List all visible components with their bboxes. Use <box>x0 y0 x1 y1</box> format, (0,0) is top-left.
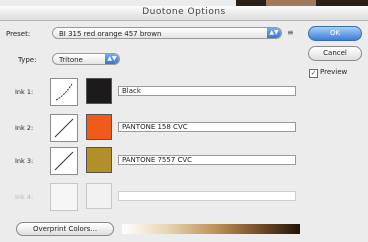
ok-button[interactable]: OK <box>308 26 362 41</box>
preset-select[interactable]: BI 315 red orange 457 brown ▲▼ <box>52 27 282 39</box>
type-label: Type: <box>18 56 37 64</box>
ink1-curve-graphic <box>55 83 73 101</box>
ink4-color-swatch[interactable] <box>86 183 112 209</box>
ink4-name-field[interactable] <box>118 191 296 201</box>
ink2-label: Ink 2: <box>15 124 34 132</box>
ink2-curve-button[interactable] <box>50 114 78 142</box>
type-arrows-icon: ▲▼ <box>105 54 119 64</box>
preset-label: Preset: <box>6 30 31 38</box>
type-value: Tritone <box>59 56 83 64</box>
ink3-label: Ink 3: <box>15 157 34 165</box>
preset-options-icon[interactable]: ≡ <box>287 28 296 37</box>
ink4-curve-button[interactable] <box>50 183 78 211</box>
preset-arrows-icon: ▲▼ <box>267 28 281 38</box>
ink2-curve-graphic <box>54 118 74 138</box>
title-bar[interactable]: Duotone Options <box>0 6 368 21</box>
ink4-label: Ink 4: <box>15 193 34 201</box>
ink1-label: Ink 1: <box>15 88 34 96</box>
ink2-name-field[interactable]: PANTONE 158 CVC <box>118 122 296 132</box>
overprint-colors-button[interactable]: Overprint Colors... <box>16 222 114 236</box>
preview-checkbox[interactable]: ✓ <box>309 69 318 78</box>
tone-ramp-preview <box>122 224 300 234</box>
ink1-curve-button[interactable] <box>50 78 78 106</box>
ink2-color-swatch[interactable] <box>86 114 112 140</box>
ink3-name-field[interactable]: PANTONE 7557 CVC <box>118 155 296 165</box>
type-select[interactable]: Tritone ▲▼ <box>52 53 120 65</box>
cancel-button[interactable]: Cancel <box>308 46 362 61</box>
duotone-options-dialog: Duotone Options Preset: BI 315 red orang… <box>0 0 368 242</box>
preview-label: Preview <box>320 68 348 76</box>
ink1-name-field[interactable]: Black <box>118 86 296 96</box>
ink3-curve-button[interactable] <box>50 147 78 175</box>
preset-value: BI 315 red orange 457 brown <box>59 30 162 38</box>
ink1-color-swatch[interactable] <box>86 78 112 104</box>
window-title: Duotone Options <box>142 7 226 17</box>
ink3-curve-graphic <box>54 151 74 171</box>
ink3-color-swatch[interactable] <box>86 147 112 173</box>
